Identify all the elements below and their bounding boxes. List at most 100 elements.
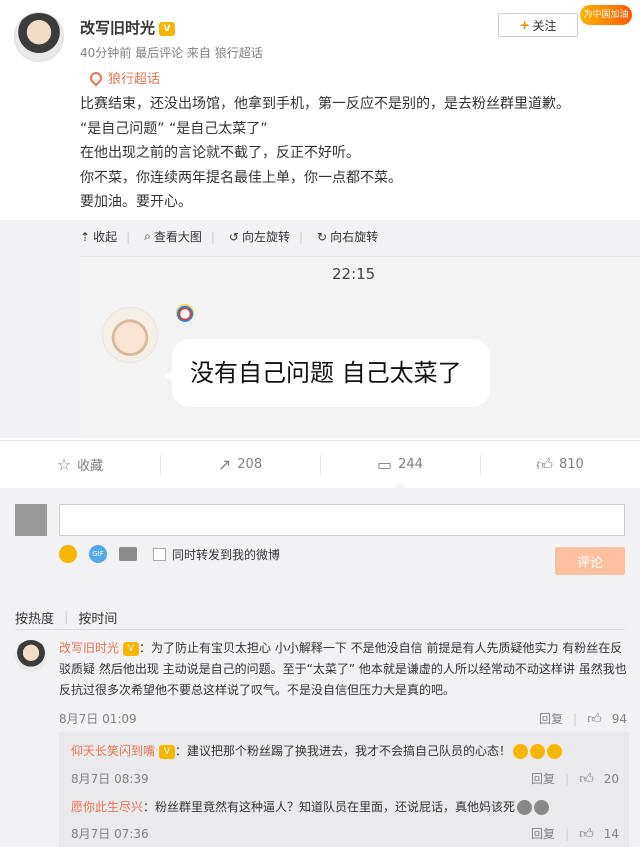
weibo-post: 改写旧时光 V 40分钟前 最后评论 来自 狼行超话 + 关注 为中国加油 狼行超… [0, 0, 640, 440]
reply-text: 愿你此生尽兴：粉丝群里竟然有这种逼人？知道队员在里面，还说屁话，真他妈该死 [71, 798, 621, 815]
reply-button[interactable]: 回复 [539, 710, 563, 727]
vip-icon: V [123, 641, 140, 656]
topic-label[interactable]: 狼行超话 [108, 68, 160, 87]
rotate-left-button[interactable]: ↺ 向左旋转 | [229, 228, 303, 245]
like-button[interactable]: 👍︎ 810 [480, 441, 640, 488]
reply-list: 仰天长笑闪到嘴 V ：建议把那个粉丝踢了换我进去，我才不会搞自己队员的心态！ 8月7… [59, 732, 629, 847]
collect-button[interactable]: ☆ 收藏 [0, 441, 160, 488]
reply-date: 8月7日 08:39 [71, 772, 149, 786]
comment-actions: 回复 | 👍︎ 94 [539, 710, 627, 727]
divider: | [299, 229, 304, 244]
post-line: 要加油。要开心。 [80, 194, 192, 210]
like-icon[interactable]: 👍︎ [579, 770, 594, 787]
author-avatar[interactable] [14, 12, 64, 62]
divider: | [126, 229, 131, 244]
repost-count: 208 [237, 457, 263, 472]
divider [15, 629, 625, 630]
comment-text: 改写旧时光 V ：为了防止有宝贝太担心 小小解释一下 不是他没自信 前提是有人先质疑… [59, 638, 629, 701]
follow-label: 关注 [532, 18, 557, 33]
like-icon[interactable]: 👍︎ [579, 825, 594, 842]
comment-like-count: 94 [611, 711, 627, 726]
author-name-text[interactable]: 改写旧时光 [80, 19, 155, 37]
media-toolbar: ⇡ 收起 | ⌕ 查看大图 | ↺ 向左旋转 | ↻ 向右旋转 [80, 228, 378, 245]
divider: | [64, 610, 69, 625]
post-line: 比赛结束，还没出场馆，他拿到手机，第一反应不是别的，是去粉丝群里道歉。 [80, 96, 570, 112]
reply-actions: 回复 | 👍︎ 20 [531, 770, 619, 787]
reply-like-count: 14 [603, 826, 619, 841]
emoji-icon [534, 800, 550, 815]
checkbox[interactable] [153, 547, 166, 561]
collapse-label: 收起 [93, 230, 118, 244]
zoom-icon: ⌕ [144, 229, 151, 243]
reply-footer: 8月7日 07:36 回复 | 👍︎ 14 [71, 825, 619, 842]
like-icon: 👍︎ [536, 454, 553, 474]
comment-avatar[interactable] [15, 640, 47, 672]
reply-button[interactable]: 回复 [531, 770, 555, 787]
rotate-right-icon: ↻ [317, 229, 328, 244]
sort-tabs: 按热度 | 按时间 [15, 608, 117, 627]
follow-button[interactable]: + 关注 [498, 13, 578, 37]
vip-icon: V [159, 744, 176, 759]
reply-content: ：粉丝群里竟然有这种逼人？知道队员在里面，还说屁话，真他妈该死 [143, 800, 516, 814]
view-large-button[interactable]: ⌕ 查看大图 | [144, 228, 215, 245]
comment-user[interactable]: 改写旧时光 [59, 641, 119, 655]
sort-hot-tab[interactable]: 按热度 [15, 608, 54, 627]
divider: | [565, 771, 570, 786]
reply-user[interactable]: 愿你此生尽兴 [71, 800, 143, 814]
composer-tools: GIF 同时转发到我的微博 [59, 545, 280, 563]
rotate-right-button[interactable]: ↻ 向右旋转 [317, 228, 378, 245]
repost-icon: ↗ [217, 455, 232, 474]
rotate-right-label: 向右旋转 [330, 230, 379, 244]
comment-icon: ▭ [377, 455, 393, 474]
comments-section: GIF 同时转发到我的微博 评论 按热度 | 按时间 改写旧时光 V ：为了防止有宝… [0, 488, 640, 847]
plus-icon: + [519, 18, 530, 32]
topic-link[interactable]: 狼行超话 [87, 68, 160, 87]
my-avatar [15, 504, 47, 536]
sort-time-tab[interactable]: 按时间 [78, 608, 117, 627]
chat-time: 22:15 [332, 265, 376, 283]
reply-text: 仰天长笑闪到嘴 V ：建议把那个粉丝踢了换我进去，我才不会搞自己队员的心态！ [71, 742, 621, 759]
post-meta: 40分钟前 最后评论 来自 狼行超话 [80, 46, 263, 60]
reply-date: 8月7日 07:36 [71, 827, 149, 841]
media-box: ⇡ 收起 | ⌕ 查看大图 | ↺ 向左旋转 | ↻ 向右旋转 22:15 没有自己问题 自己… [0, 220, 640, 438]
comment-input[interactable] [59, 504, 625, 536]
post-line: “是自己问题” “是自己太菜了” [80, 120, 268, 137]
chat-avatar [102, 307, 158, 363]
reply-like-count: 20 [603, 771, 619, 786]
collapse-icon: ⇡ [80, 229, 91, 244]
post-line: 在他出现之前的言论就不截了，反正不好听。 [80, 145, 360, 161]
location-icon [87, 69, 105, 86]
fan-banner: 为中国加油 [580, 5, 632, 25]
vip-icon: V [159, 21, 176, 36]
comment-button[interactable]: ▭ 244 [320, 441, 480, 489]
repost-button[interactable]: ↗ 208 [160, 441, 320, 488]
reply-content: ：建议把那个粉丝踢了换我进去，我才不会搞自己队员的心态！ [175, 744, 512, 758]
clown-icon [176, 304, 194, 322]
comment-count: 244 [398, 457, 423, 472]
emoji-icon [517, 800, 533, 815]
post-text: 比赛结束，还没出场馆，他拿到手机，第一反应不是别的，是去粉丝群里道歉。 “是自己… [80, 92, 630, 215]
submit-comment-button[interactable]: 评论 [555, 547, 625, 575]
chat-bubble: 没有自己问题 自己太菜了 [165, 339, 490, 407]
image-icon[interactable] [119, 547, 137, 561]
author-name[interactable]: 改写旧时光 V [80, 17, 176, 38]
action-bar: ☆ 收藏 ↗ 208 ▭ 244 👍︎ 810 [0, 440, 640, 489]
chat-screenshot-image[interactable]: 22:15 没有自己问题 自己太菜了 [80, 256, 640, 438]
gif-icon[interactable]: GIF [89, 545, 107, 563]
reply-footer: 8月7日 08:39 回复 | 👍︎ 20 [71, 770, 619, 787]
post-line: 你不菜，你连续两年提名最佳上单，你一点都不菜。 [80, 169, 402, 186]
comment-footer: 8月7日 01:09 回复 | 👍︎ 94 [59, 710, 627, 727]
star-icon: ☆ [56, 455, 72, 474]
smile-icon[interactable] [59, 545, 77, 563]
like-icon[interactable]: 👍︎ [587, 710, 602, 727]
angry-emoji-icon [530, 744, 546, 759]
reply-user[interactable]: 仰天长笑闪到嘴 [71, 744, 155, 758]
repost-checkbox[interactable]: 同时转发到我的微博 [153, 546, 280, 563]
repost-checkbox-label: 同时转发到我的微博 [172, 547, 281, 562]
angry-emoji-icon [513, 744, 529, 759]
comment-content: ：为了防止有宝贝太担心 小小解释一下 不是他没自信 前提是有人先质疑他实力 有粉… [59, 641, 627, 697]
collapse-button[interactable]: ⇡ 收起 | [80, 228, 130, 245]
comment-date: 8月7日 01:09 [59, 712, 137, 726]
reply-button[interactable]: 回复 [531, 825, 555, 842]
divider: | [210, 229, 215, 244]
